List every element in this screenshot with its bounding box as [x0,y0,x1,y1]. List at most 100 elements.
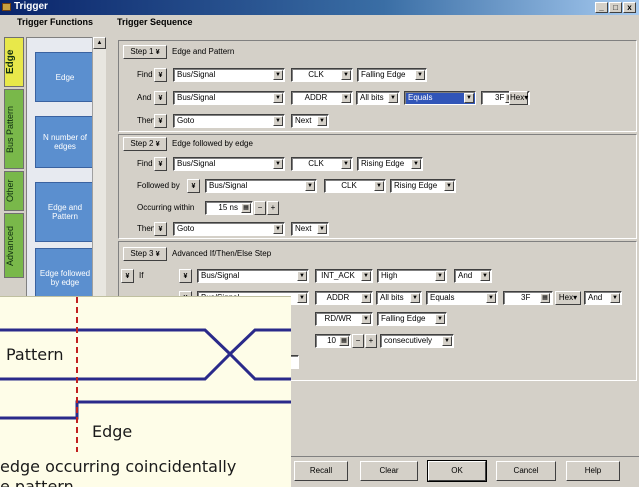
row3-signal-select[interactable]: RD/WR ▼ [315,312,373,326]
step-1-label: Step 1 [130,47,154,56]
tab-other[interactable]: Other [4,171,24,211]
within-decrement-button[interactable]: − [254,201,266,215]
and-base-select[interactable]: Hex▾ [509,91,528,105]
step-1-menu-button[interactable]: Step 1 ¥ [123,45,167,59]
edge-label: Edge [92,422,133,441]
keypad-icon: ▦ [339,336,349,346]
dropdown-arrow-icon: ▼ [444,181,454,191]
if-menu-icon[interactable]: ¥ [121,269,134,283]
step-1: Step 1 ¥ Edge and Pattern Find ¥ Bus/Sig… [118,40,637,132]
step-2-title: Edge followed by edge [172,139,253,148]
row2-operator-select[interactable]: Equals ▼ [426,291,498,305]
dropdown-arrow-icon: ▼ [273,159,283,169]
dropdown-arrow-icon: ▼ [273,116,283,126]
and-source-select[interactable]: Bus/Signal ▼ [173,91,285,105]
dropdown-arrow-icon: ▼ [341,70,351,80]
clear-button[interactable]: Clear [360,461,418,481]
tile-edge-and-pattern[interactable]: Edge and Pattern [35,182,95,242]
help-button[interactable]: Help [566,461,620,481]
timing-diagram-callout: Pattern Edge edge occurring coincidental… [0,296,291,487]
dropdown-arrow-icon: ▼ [297,293,307,303]
dropdown-arrow-icon: ▼ [610,293,620,303]
minimize-button[interactable]: _ [595,2,608,13]
row2-value-input[interactable]: 3F ▦ [503,291,553,305]
row1-source-select[interactable]: Bus/Signal ▼ [197,269,309,283]
followed-edge-select[interactable]: Rising Edge ▼ [390,179,456,193]
tab-bus-pattern[interactable]: Bus Pattern [4,89,24,169]
step-3-label: Step 3 [130,249,154,258]
find-label: Find [137,70,153,79]
then-menu-icon[interactable]: ¥ [154,114,167,128]
dropdown-arrow-icon: ▼ [317,224,327,234]
count-mode-select[interactable]: consecutively ▼ [380,334,454,348]
dropdown-arrow-icon: ▼ [341,159,351,169]
close-button[interactable]: x [623,2,636,13]
if-label: If [139,271,144,280]
dropdown-arrow-icon: ▼ [411,159,421,169]
find-menu-icon[interactable]: ¥ [154,68,167,82]
find-edge-select[interactable]: Falling Edge ▼ [357,68,427,82]
and-bits-select[interactable]: All bits ▼ [356,91,400,105]
row1-logic-select[interactable]: And ▼ [454,269,492,283]
row2-bits-select[interactable]: All bits ▼ [376,291,422,305]
then-menu-icon[interactable]: ¥ [154,222,167,236]
recall-button[interactable]: Recall [294,461,348,481]
caption-line-1: edge occurring coincidentally [0,457,237,476]
maximize-button[interactable]: □ [609,2,622,13]
then-action-select[interactable]: Goto ▼ [173,222,285,236]
tab-advanced[interactable]: Advanced [4,213,24,278]
dropdown-arrow-icon: ▼ [464,93,474,103]
keypad-icon: ▦ [241,203,251,213]
count-increment-button[interactable]: + [365,334,377,348]
dropdown-arrow-icon: ▼ [361,314,371,324]
step-3-menu-button[interactable]: Step 3 ¥ [123,247,167,261]
dropdown-arrow-icon: ▼ [297,271,307,281]
row1-signal-select[interactable]: INT_ACK ▼ [315,269,373,283]
find-label: Find [137,159,153,168]
and-signal-select[interactable]: ADDR ▼ [291,91,353,105]
ok-button[interactable]: OK [427,460,487,482]
cancel-button[interactable]: Cancel [496,461,556,481]
followed-source-select[interactable]: Bus/Signal ▼ [205,179,317,193]
within-increment-button[interactable]: + [267,201,279,215]
trigger-sequence-header: Trigger Sequence [117,17,193,27]
row2-signal-select[interactable]: ADDR ▼ [315,291,373,305]
and-menu-icon[interactable]: ¥ [154,91,167,105]
followed-signal-select[interactable]: CLK ▼ [324,179,386,193]
scroll-up-icon[interactable]: ▲ [93,37,106,49]
dropdown-arrow-icon: ▼ [317,116,327,126]
then-target-select[interactable]: Next ▼ [291,222,329,236]
chevron-down-icon: ¥ [155,141,160,148]
find-signal-select[interactable]: CLK ▼ [291,157,353,171]
row2-logic-select[interactable]: And ▼ [584,291,622,305]
dropdown-arrow-icon: ▼ [486,293,496,303]
row1-level-select[interactable]: High ▼ [377,269,447,283]
followed-menu-icon[interactable]: ¥ [187,179,200,193]
find-menu-icon[interactable]: ¥ [154,157,167,171]
row2-base-select[interactable]: Hex▾ [555,291,581,305]
count-decrement-button[interactable]: − [352,334,364,348]
find-signal-select[interactable]: CLK ▼ [291,68,353,82]
row3-edge-select[interactable]: Falling Edge ▼ [377,312,447,326]
find-source-select[interactable]: Bus/Signal ▼ [173,68,285,82]
step-2-label: Step 2 [130,139,154,148]
tile-edge[interactable]: Edge [35,52,95,102]
then-label: Then [137,116,156,125]
trigger-functions-header: Trigger Functions [17,17,94,27]
chevron-down-icon: ¥ [155,49,160,56]
tile-n-edges[interactable]: N number of edges [35,116,95,168]
within-value-input[interactable]: 15 ns ▦ [205,201,253,215]
then-label: Then [137,224,156,233]
then-target-select[interactable]: Next ▼ [291,114,329,128]
dropdown-arrow-icon: ▼ [480,271,490,281]
step-2-menu-button[interactable]: Step 2 ¥ [123,137,167,151]
row1-menu-icon[interactable]: ¥ [179,269,192,283]
count-value-input[interactable]: 10 ▦ [315,334,351,348]
tab-edge[interactable]: Edge [4,37,24,87]
find-edge-select[interactable]: Rising Edge ▼ [357,157,423,171]
and-operator-select[interactable]: Equals ▼ [404,91,476,105]
then-action-select[interactable]: Goto ▼ [173,114,285,128]
caption-line-2: e pattern [0,477,74,487]
find-source-select[interactable]: Bus/Signal ▼ [173,157,285,171]
dialog-button-bar: Recall Clear OK Cancel Help [282,456,639,487]
